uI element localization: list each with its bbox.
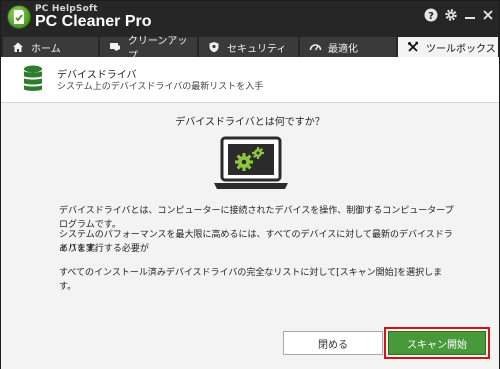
tools-icon [406, 40, 420, 54]
close-button[interactable]: 閉める [283, 331, 383, 355]
tab-cleanup[interactable]: クリーンアップ [100, 36, 198, 62]
app-logo [7, 5, 31, 29]
main-content: デバイスドライバとは何ですか？ デバイスドライバとは、コンピューターに接続された… [1, 103, 499, 369]
gauge-icon [308, 40, 322, 54]
section-header: デバイスドライバ システム上のデバイスドライバの最新リストを入手 [1, 57, 499, 103]
laptop-gears-icon [212, 135, 290, 197]
tab-optimize[interactable]: 最適化 [300, 37, 397, 57]
help-icon[interactable]: ? [423, 7, 439, 23]
page-subtitle: システム上のデバイスドライバの最新リストを入手 [57, 82, 264, 92]
start-scan-button[interactable]: スキャン開始 [388, 331, 486, 355]
tab-label: 最適化 [328, 43, 358, 55]
close-icon[interactable] [480, 7, 496, 23]
tab-toolbox[interactable]: ツールボックス [398, 37, 499, 57]
app-window: PC HelpSoft PC Cleaner Pro ? ホーム クリーンアッ … [0, 0, 500, 369]
shield-icon [207, 40, 221, 54]
tab-home[interactable]: ホーム [3, 37, 99, 57]
title-bar: PC HelpSoft PC Cleaner Pro ? [1, 1, 499, 35]
scan-button-highlight: スキャン開始 [384, 327, 490, 359]
gear-icon[interactable] [443, 7, 459, 23]
tab-label: ツールボックス [426, 43, 496, 55]
tab-label: ホーム [31, 43, 61, 55]
database-icon [23, 65, 43, 97]
tab-bar: ホーム クリーンアップ セキュリティ 最適化 ツールボックス [1, 35, 499, 62]
tab-security[interactable]: セキュリティ [199, 37, 299, 57]
home-icon [11, 40, 25, 54]
paragraph-performance-cont: あります。 [59, 244, 104, 254]
tab-label: セキュリティ [227, 43, 287, 55]
paragraph-instruction: すべてのインストール済みデバイスドライバの完全なリストに対して[スキャン開始]を… [59, 268, 443, 292]
app-title: PC Cleaner Pro [35, 13, 152, 30]
info-question: デバイスドライバとは何ですか？ [175, 117, 325, 128]
broom-icon [108, 40, 122, 54]
minimize-icon[interactable] [462, 7, 478, 23]
svg-text:?: ? [428, 11, 434, 22]
